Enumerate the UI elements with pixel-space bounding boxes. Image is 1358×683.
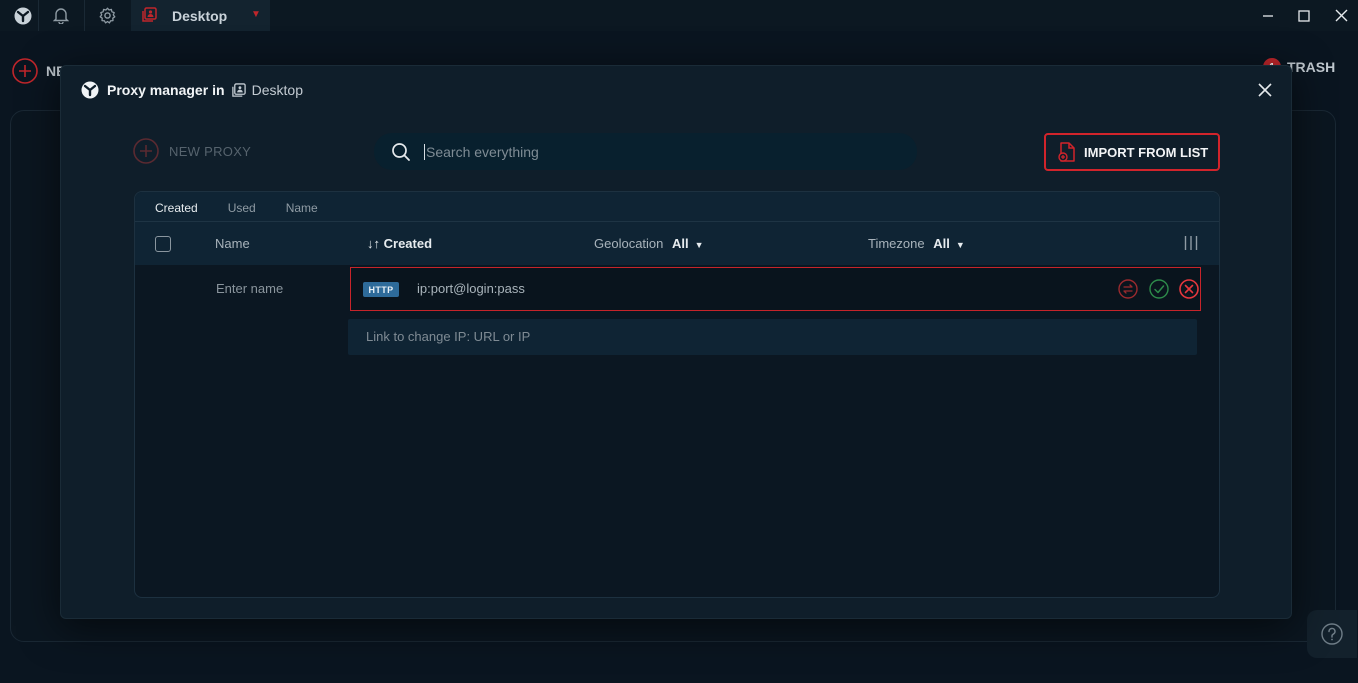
modal-close-button[interactable]	[1254, 79, 1276, 101]
modal-workspace-name: Desktop	[251, 82, 303, 98]
modal-title: Proxy manager	[107, 82, 209, 98]
column-timezone[interactable]: Timezone All ▼	[868, 236, 965, 251]
bg-trash-label: TRASH	[1287, 59, 1336, 75]
help-button[interactable]	[1307, 610, 1357, 658]
column-geolocation[interactable]: Geolocation All ▼	[594, 236, 704, 251]
workspace-tab-label: Desktop	[172, 8, 228, 24]
workspace-icon	[231, 82, 247, 98]
plus-circle-icon	[12, 58, 38, 84]
modal-title-in: in	[212, 82, 225, 98]
search-input[interactable]	[424, 143, 884, 160]
app-logo-icon	[81, 81, 99, 99]
sort-tab-used[interactable]: Used	[228, 201, 256, 215]
proxy-input-row: HTTP ip:port@login:pass	[350, 267, 1201, 311]
workspace-icon	[141, 7, 158, 28]
search-bar	[374, 133, 917, 170]
workspace-dropdown-icon[interactable]: ▼	[251, 9, 261, 20]
proxy-table: Created Used Name Name ↓↑ Created Geoloc…	[134, 191, 1220, 598]
swap-icon[interactable]	[1118, 279, 1138, 299]
minimize-button[interactable]	[1249, 0, 1287, 31]
chevron-down-icon: ▼	[694, 240, 704, 250]
confirm-icon[interactable]	[1149, 279, 1169, 299]
close-window-button[interactable]	[1322, 0, 1358, 31]
maximize-button[interactable]	[1285, 0, 1323, 31]
column-timezone-label: Timezone	[868, 236, 925, 251]
change-ip-link-placeholder: Link to change IP: URL or IP	[366, 329, 531, 344]
chevron-down-icon: ▼	[955, 240, 965, 250]
column-created[interactable]: ↓↑ Created	[367, 236, 432, 251]
column-name[interactable]: Name	[215, 236, 250, 251]
column-geolocation-label: Geolocation	[594, 236, 664, 251]
geolocation-filter-value: All	[672, 236, 689, 251]
protocol-badge[interactable]: HTTP	[363, 282, 399, 297]
import-from-list-button[interactable]: IMPORT FROM LIST	[1044, 133, 1220, 171]
window-titlebar: Desktop ▼	[0, 0, 1358, 31]
search-icon	[392, 142, 410, 161]
table-header: Created Used Name Name ↓↑ Created Geoloc…	[135, 192, 1219, 265]
modal-header: Proxy manager in Desktop	[81, 80, 303, 100]
help-icon	[1321, 623, 1343, 645]
sort-arrows-icon: ↓↑	[367, 236, 380, 251]
sort-tabs: Created Used Name	[155, 201, 348, 215]
change-ip-link-input[interactable]: Link to change IP: URL or IP	[348, 319, 1197, 355]
timezone-filter-value: All	[933, 236, 950, 251]
new-proxy-label: NEW PROXY	[169, 143, 252, 159]
bell-icon[interactable]	[38, 0, 84, 31]
file-add-icon	[1058, 142, 1075, 162]
plus-circle-icon	[133, 138, 159, 164]
proxy-string-input[interactable]: ip:port@login:pass	[417, 281, 525, 296]
sort-tab-name[interactable]: Name	[286, 201, 318, 215]
close-icon	[1258, 83, 1272, 97]
sort-tab-created[interactable]: Created	[155, 201, 198, 215]
column-settings-icon[interactable]	[1184, 235, 1198, 256]
gear-icon[interactable]	[84, 0, 130, 31]
workspace-tab[interactable]: Desktop ▼	[131, 0, 270, 31]
import-label: IMPORT FROM LIST	[1084, 144, 1209, 160]
bg-new-profile-button[interactable]: NE	[12, 58, 65, 84]
proxy-manager-modal: Proxy manager in Desktop NEW PROXY IMPOR…	[60, 65, 1292, 619]
proxy-name-input[interactable]: Enter name	[216, 281, 283, 296]
column-created-label: Created	[383, 236, 433, 251]
new-proxy-button[interactable]: NEW PROXY	[133, 138, 251, 164]
select-all-checkbox[interactable]	[155, 236, 171, 252]
cancel-icon[interactable]	[1179, 279, 1199, 299]
